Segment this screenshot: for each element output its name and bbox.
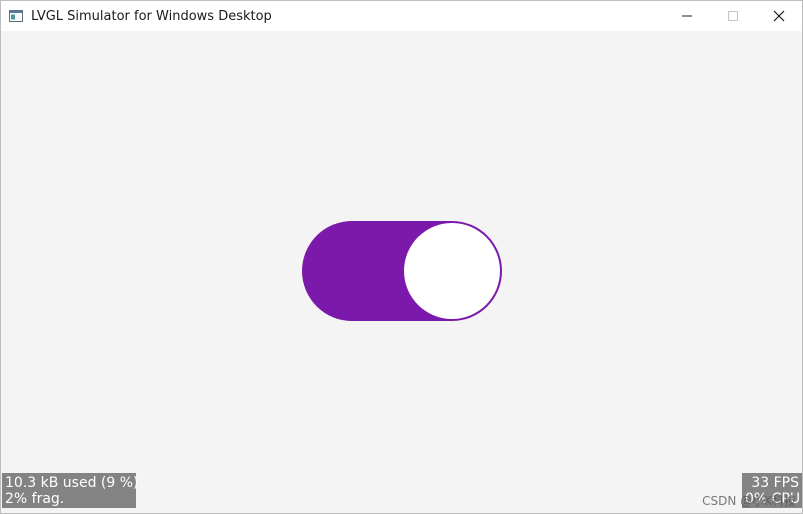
maximize-icon xyxy=(728,11,738,21)
fragmentation-label: 2% frag. xyxy=(5,491,65,507)
app-window-icon xyxy=(8,8,24,24)
minimize-icon xyxy=(682,15,692,17)
window-controls xyxy=(664,1,802,31)
toggle-switch[interactable] xyxy=(302,221,502,321)
simulator-window: LVGL Simulator for Windows Desktop 10.3 … xyxy=(0,0,803,514)
memory-monitor: 10.3 kB used (9 %) 2% frag. xyxy=(2,473,139,508)
window-title: LVGL Simulator for Windows Desktop xyxy=(31,8,272,24)
watermark: CSDN @小K科技 xyxy=(702,494,796,508)
maximize-button[interactable] xyxy=(710,1,756,31)
fps-label: 33 FPS xyxy=(751,475,799,491)
minimize-button[interactable] xyxy=(664,1,710,31)
close-button[interactable] xyxy=(756,1,802,31)
title-bar[interactable]: LVGL Simulator for Windows Desktop xyxy=(1,1,802,31)
close-icon xyxy=(773,10,785,22)
memory-used-label: 10.3 kB used (9 %) xyxy=(5,475,139,491)
lvgl-screen: 10.3 kB used (9 %) 2% frag. 33 FPS 0% CP… xyxy=(1,31,802,513)
switch-knob[interactable] xyxy=(404,223,500,319)
